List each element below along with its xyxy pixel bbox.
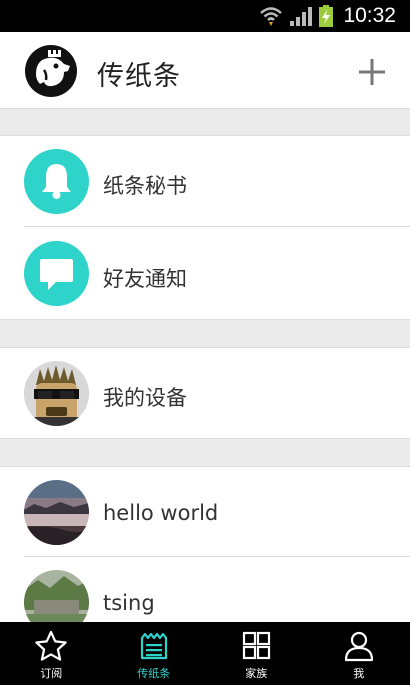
star-icon — [35, 630, 67, 661]
list-item-my-devices[interactable]: 我的设备 — [0, 348, 410, 438]
tab-family[interactable]: 家族 — [205, 622, 308, 685]
contact-avatar — [24, 480, 89, 545]
list-item-contact-hello-world[interactable]: hello world — [0, 467, 410, 557]
add-button[interactable] — [352, 52, 392, 92]
plus-icon — [359, 59, 385, 85]
signal-icon — [290, 7, 313, 26]
list-item-contact-tsing[interactable]: tsing — [0, 557, 410, 635]
list-item-label: tsing — [103, 591, 155, 615]
list-item-label: 我的设备 — [103, 386, 187, 410]
battery-charging-icon — [319, 5, 334, 27]
chat-bubble-icon — [24, 241, 89, 306]
tab-label: 订阅 — [40, 667, 63, 680]
tab-label: 传纸条 — [137, 667, 171, 680]
status-bar: 10:32 — [0, 0, 410, 32]
status-time: 10:32 — [343, 4, 396, 27]
tab-me[interactable]: 我 — [308, 622, 410, 685]
device-avatar — [24, 361, 89, 426]
list-item-label: hello world — [103, 501, 219, 525]
wifi-icon — [260, 7, 283, 26]
grid-icon — [243, 631, 271, 660]
list-item-friend-notices[interactable]: 好友通知 — [0, 227, 410, 319]
section-gap — [0, 319, 410, 348]
list-item-label: 好友通知 — [103, 267, 187, 291]
person-icon — [344, 631, 373, 662]
list-item-label: 纸条秘书 — [103, 174, 187, 198]
tab-label: 家族 — [245, 667, 268, 680]
section-gap — [0, 438, 410, 467]
bottom-nav: 订阅 传纸条 家族 我 — [0, 622, 410, 685]
bell-icon — [24, 149, 89, 214]
page-title: 传纸条 — [97, 61, 181, 92]
tab-subscribe[interactable]: 订阅 — [0, 622, 103, 685]
tab-label: 我 — [353, 667, 365, 680]
list-item-note-secretary[interactable]: 纸条秘书 — [0, 136, 410, 227]
tab-pass-note[interactable]: 传纸条 — [103, 622, 206, 685]
section-gap — [0, 108, 410, 136]
note-icon — [140, 632, 167, 660]
app-logo-icon — [24, 44, 78, 98]
app-header: 传纸条 — [0, 32, 410, 108]
